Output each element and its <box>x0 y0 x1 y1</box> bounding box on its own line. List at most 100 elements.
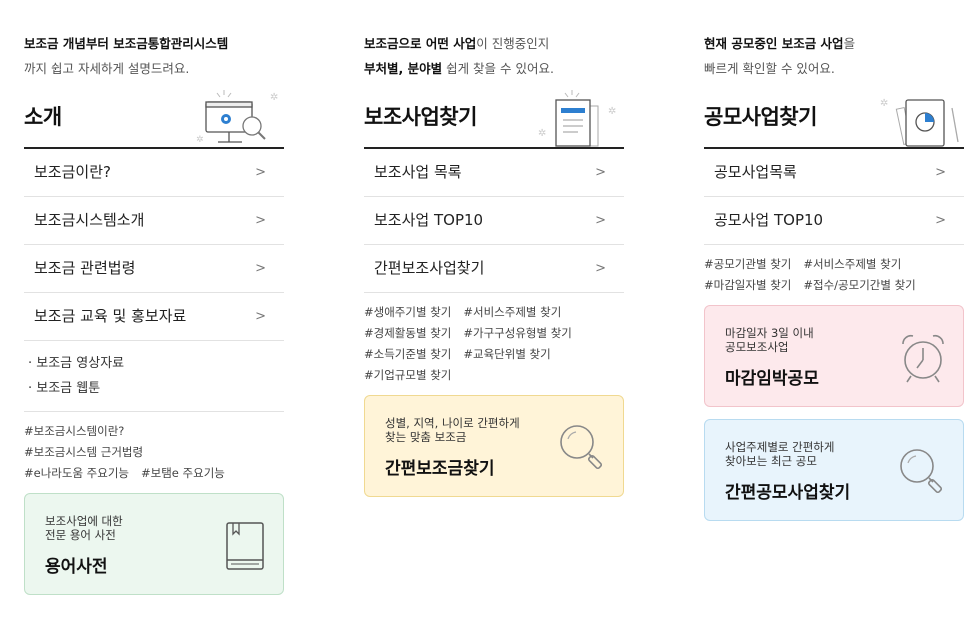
card-desc-line: 전문 용어 사전 <box>45 528 116 542</box>
document-list-icon: ✲ ✲ <box>538 90 616 147</box>
hashtag[interactable]: #보탬e 주요기능 <box>141 466 225 480</box>
monitor-gear-icon: ✲ ✲ <box>196 90 278 145</box>
svg-text:✲: ✲ <box>196 135 204 145</box>
card-description: 마감일자 3일 이내 공모보조사업 <box>725 326 814 354</box>
magnifier-icon <box>900 449 943 494</box>
menu-item-laws[interactable]: 보조금 관련법령 > <box>24 245 284 293</box>
menu-item-contest-top10[interactable]: 공모사업 TOP10 > <box>704 197 964 245</box>
hashtag[interactable]: #경제활동별 찾기 <box>364 326 451 340</box>
chevron-right-icon: > <box>255 165 266 180</box>
menu-item-label: 보조금이란? <box>34 163 111 181</box>
intro-section: 보조금 개념부터 보조금통합관리시스템 까지 쉽고 자세하게 설명드려요. 소개… <box>24 0 284 595</box>
menu-item-label: 보조사업 목록 <box>374 163 462 181</box>
card-description: 사업주제별로 간편하게 찾아보는 최근 공모 <box>725 440 834 468</box>
section-title: 공모사업찾기 <box>704 105 817 129</box>
section-title: 보조사업찾기 <box>364 105 477 129</box>
menu-item-contest-list[interactable]: 공모사업목록 > <box>704 149 964 197</box>
menu-item-program-top10[interactable]: 보조사업 TOP10 > <box>364 197 624 245</box>
card-title: 간편보조금찾기 <box>385 459 495 479</box>
intro-line1-rest: 이 진행중인지 <box>476 36 550 51</box>
easy-contest-search-card[interactable]: 사업주제별로 간편하게 찾아보는 최근 공모 간편공모사업찾기 <box>704 419 964 521</box>
menu-item-label: 보조금 교육 및 홍보자료 <box>34 307 187 325</box>
card-desc-line: 성별, 지역, 나이로 간편하게 <box>385 416 520 430</box>
card-description: 성별, 지역, 나이로 간편하게 찾는 맞춤 보조금 <box>385 416 520 444</box>
glossary-card[interactable]: 보조사업에 대한 전문 용어 사전 용어사전 <box>24 493 284 595</box>
menu-item-label: 보조금시스템소개 <box>34 211 145 229</box>
intro-line1-rest: 을 <box>843 36 856 51</box>
hashtag-list: #생애주기별 찾기 #서비스주제별 찾기 #경제활동별 찾기 #가구구성유형별 찾기… <box>364 293 624 386</box>
alarm-clock-icon <box>902 334 944 383</box>
svg-text:✲: ✲ <box>880 98 888 109</box>
card-desc-line: 공모보조사업 <box>725 340 789 354</box>
intro-line1: 보조금 개념부터 보조금통합관리시스템 <box>24 36 229 51</box>
menu-item-system-intro[interactable]: 보조금시스템소개 > <box>24 197 284 245</box>
svg-text:✲: ✲ <box>608 106 616 117</box>
hashtag[interactable]: #가구구성유형별 찾기 <box>463 326 572 340</box>
hashtag[interactable]: #교육단위별 찾기 <box>463 347 550 361</box>
hashtag[interactable]: #생애주기별 찾기 <box>364 305 451 319</box>
chevron-right-icon: > <box>255 213 266 228</box>
card-desc-line: 보조사업에 대한 <box>45 514 123 528</box>
menu-item-subsidy-about[interactable]: 보조금이란? > <box>24 149 284 197</box>
intro-line2: 까지 쉽고 자세하게 설명드려요. <box>24 61 190 76</box>
deadline-contest-card[interactable]: 마감일자 3일 이내 공모보조사업 마감임박공모 <box>704 305 964 407</box>
card-title: 용어사전 <box>45 557 108 577</box>
hashtag[interactable]: #서비스주제별 찾기 <box>463 305 561 319</box>
menu-item-program-list[interactable]: 보조사업 목록 > <box>364 149 624 197</box>
section-header: 보조사업찾기 ✲ ✲ <box>364 81 624 149</box>
card-desc-line: 사업주제별로 간편하게 <box>725 440 835 454</box>
hashtag[interactable]: #보조금시스템 근거법령 <box>24 445 143 459</box>
chevron-right-icon: > <box>595 261 606 276</box>
intro-line2-bold: 부처별, 분야별 <box>364 61 443 76</box>
hashtag[interactable]: #접수/공모기간별 찾기 <box>803 278 915 292</box>
intro-description: 보조금으로 어떤 사업이 진행중인지 부처별, 분야별 쉽게 찾을 수 있어요. <box>364 31 624 81</box>
intro-line2: 빠르게 확인할 수 있어요. <box>704 61 835 76</box>
hashtag-list: #공모기관별 찾기 #서비스주제별 찾기 #마감일자별 찾기 #접수/공모기간별 찾… <box>704 245 964 296</box>
menu-item-label: 보조사업 TOP10 <box>374 211 484 229</box>
magnifier-icon <box>560 425 603 470</box>
hashtag[interactable]: #마감일자별 찾기 <box>704 278 791 292</box>
menu-item-label: 공모사업 TOP10 <box>714 211 824 229</box>
chevron-right-icon: > <box>255 309 266 324</box>
hashtag[interactable]: #기업규모별 찾기 <box>364 368 451 382</box>
intro-description: 현재 공모중인 보조금 사업을 빠르게 확인할 수 있어요. <box>704 31 964 81</box>
intro-description: 보조금 개념부터 보조금통합관리시스템 까지 쉽고 자세하게 설명드려요. <box>24 31 284 81</box>
intro-line2-rest: 쉽게 찾을 수 있어요. <box>442 61 554 76</box>
card-description: 보조사업에 대한 전문 용어 사전 <box>45 514 123 542</box>
easy-subsidy-search-card[interactable]: 성별, 지역, 나이로 간편하게 찾는 맞춤 보조금 간편보조금찾기 <box>364 395 624 497</box>
chevron-right-icon: > <box>595 165 606 180</box>
chevron-right-icon: > <box>935 213 946 228</box>
contest-search-section: 현재 공모중인 보조금 사업을 빠르게 확인할 수 있어요. 공모사업찾기 ✲ … <box>704 0 964 521</box>
card-title: 마감임박공모 <box>725 369 819 389</box>
program-search-section: 보조금으로 어떤 사업이 진행중인지 부처별, 분야별 쉽게 찾을 수 있어요.… <box>364 0 624 497</box>
menu-item-label: 공모사업목록 <box>714 163 797 181</box>
chevron-right-icon: > <box>255 261 266 276</box>
education-sublist: · 보조금 영상자료 · 보조금 웹툰 <box>24 341 284 412</box>
chevron-right-icon: > <box>935 165 946 180</box>
hashtag-list: #보조금시스템이란? #보조금시스템 근거법령 #e나라도움 주요기능 #보탬e … <box>24 412 284 484</box>
hashtag[interactable]: #공모기관별 찾기 <box>704 257 791 271</box>
card-desc-line: 찾아보는 최근 공모 <box>725 454 817 468</box>
section-title: 소개 <box>24 105 62 129</box>
pie-chart-tablet-icon: ✲ <box>880 98 959 147</box>
menu-item-label: 보조금 관련법령 <box>34 259 136 277</box>
card-desc-line: 마감일자 3일 이내 <box>725 326 814 340</box>
hashtag[interactable]: #소득기준별 찾기 <box>364 347 451 361</box>
hashtag[interactable]: #보조금시스템이란? <box>24 424 124 438</box>
menu-item-easy-program-search[interactable]: 간편보조사업찾기 > <box>364 245 624 293</box>
sub-item-video[interactable]: · 보조금 영상자료 <box>28 351 284 376</box>
svg-text:✲: ✲ <box>270 92 278 103</box>
menu-item-label: 간편보조사업찾기 <box>374 259 485 277</box>
menu-item-education[interactable]: 보조금 교육 및 홍보자료 > <box>24 293 284 341</box>
chevron-right-icon: > <box>595 213 606 228</box>
svg-text:✲: ✲ <box>538 128 546 139</box>
intro-line1-bold: 현재 공모중인 보조금 사업 <box>704 36 844 51</box>
hashtag[interactable]: #서비스주제별 찾기 <box>803 257 901 271</box>
sub-item-webtoon[interactable]: · 보조금 웹툰 <box>28 376 284 401</box>
book-icon <box>226 522 264 570</box>
intro-line1-bold: 보조금으로 어떤 사업 <box>364 36 477 51</box>
section-header: 공모사업찾기 ✲ <box>704 81 964 149</box>
card-title: 간편공모사업찾기 <box>725 483 851 503</box>
hashtag[interactable]: #e나라도움 주요기능 <box>24 466 129 480</box>
card-desc-line: 찾는 맞춤 보조금 <box>385 430 467 444</box>
